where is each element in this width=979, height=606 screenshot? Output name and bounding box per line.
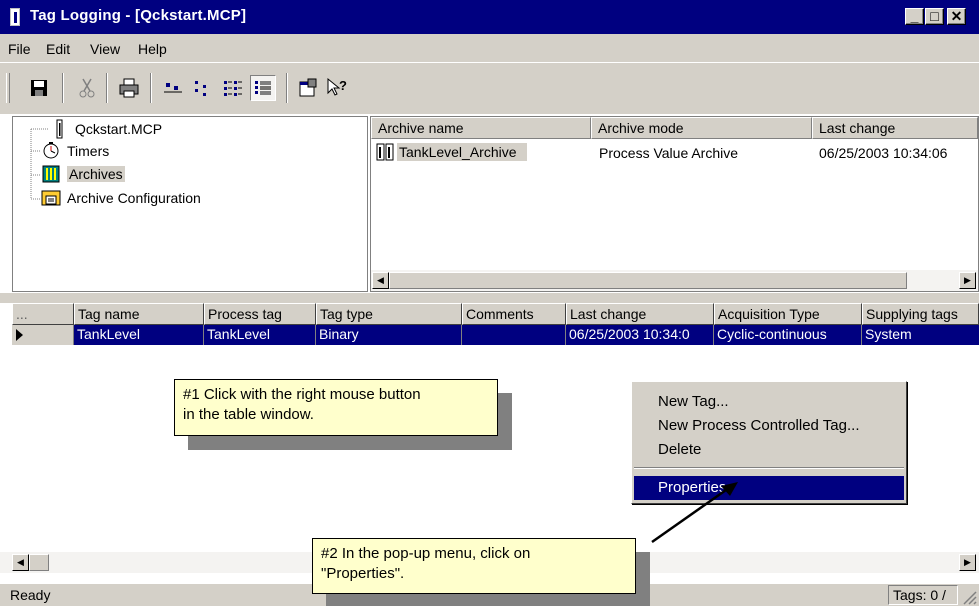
callout-text: #2 In the pop-up menu, click on — [321, 545, 531, 562]
callout-step-2: #2 In the pop-up menu, click on "Propert… — [312, 538, 636, 594]
pointer-arrow — [651, 482, 738, 544]
tag-count: Tags: 0 / — [893, 587, 946, 603]
resize-grip-icon[interactable] — [960, 588, 978, 606]
callout-text: "Properties". — [321, 565, 405, 582]
status-text: Ready — [10, 587, 51, 603]
tag-count-panel: Tags: 0 / — [888, 585, 958, 605]
